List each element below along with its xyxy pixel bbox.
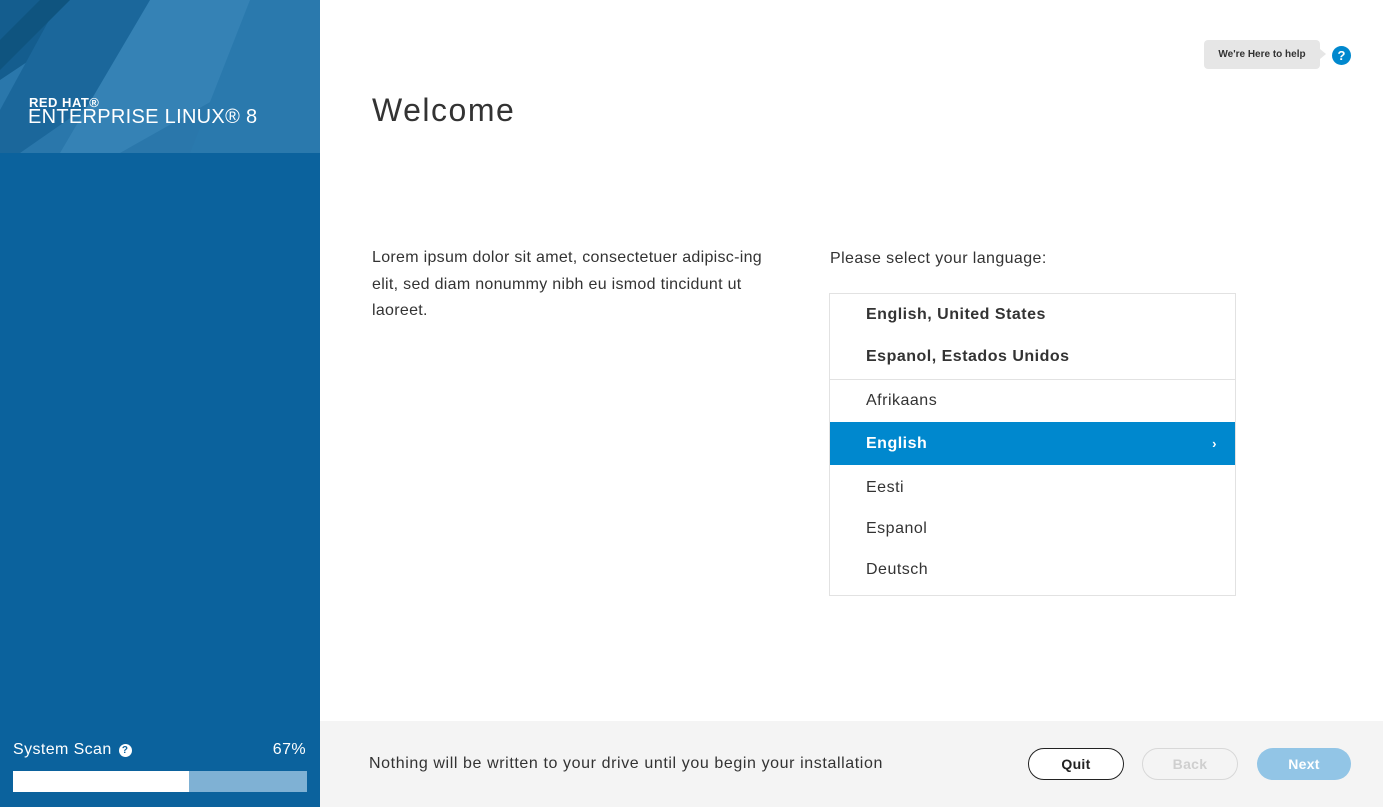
language-option-english-us[interactable]: English, United States [830,294,1235,336]
language-option-espanol[interactable]: Espanol [830,508,1235,549]
footer-message: Nothing will be written to your drive un… [369,755,883,772]
back-button[interactable]: Back [1142,748,1238,780]
chevron-right-icon: › [1212,436,1217,451]
system-scan-progress-bar [13,771,307,792]
language-option-espanol-us[interactable]: Espanol, Estados Unidos [830,336,1235,378]
product-name: ENTERPRISE LINUX® 8 [28,106,258,128]
brand-background-graphic [0,0,320,153]
language-option-label: English [866,434,928,452]
help-tooltip: We're Here to help [1204,40,1326,69]
system-scan-percent: 67% [272,741,306,758]
quit-button[interactable]: Quit [1028,748,1124,780]
next-button[interactable]: Next [1257,748,1351,780]
language-option-eesti[interactable]: Eesti [830,467,1235,508]
help-question-icon[interactable]: ? [1332,46,1351,65]
system-scan-progress-fill [13,771,190,792]
language-option-afrikaans[interactable]: Afrikaans [830,380,1235,422]
sidebar: RED HAT® ENTERPRISE LINUX® 8 System Scan… [0,0,320,807]
brand-banner: RED HAT® ENTERPRISE LINUX® 8 [0,0,320,153]
language-prompt: Please select your language: [830,250,1047,267]
language-option-english[interactable]: English › [830,422,1235,465]
footer-bar: Nothing will be written to your drive un… [320,721,1383,807]
question-circle-icon[interactable]: ? [118,743,132,757]
language-option-deutsch[interactable]: Deutsch [830,549,1235,590]
page-title: Welcome [372,92,516,128]
system-scan-text: System Scan [13,741,112,758]
system-scan-label: System Scan ? [13,741,132,759]
intro-text: Lorem ipsum dolor sit amet, consectetuer… [372,249,762,319]
language-list: English, United States Espanol, Estados … [829,293,1236,596]
